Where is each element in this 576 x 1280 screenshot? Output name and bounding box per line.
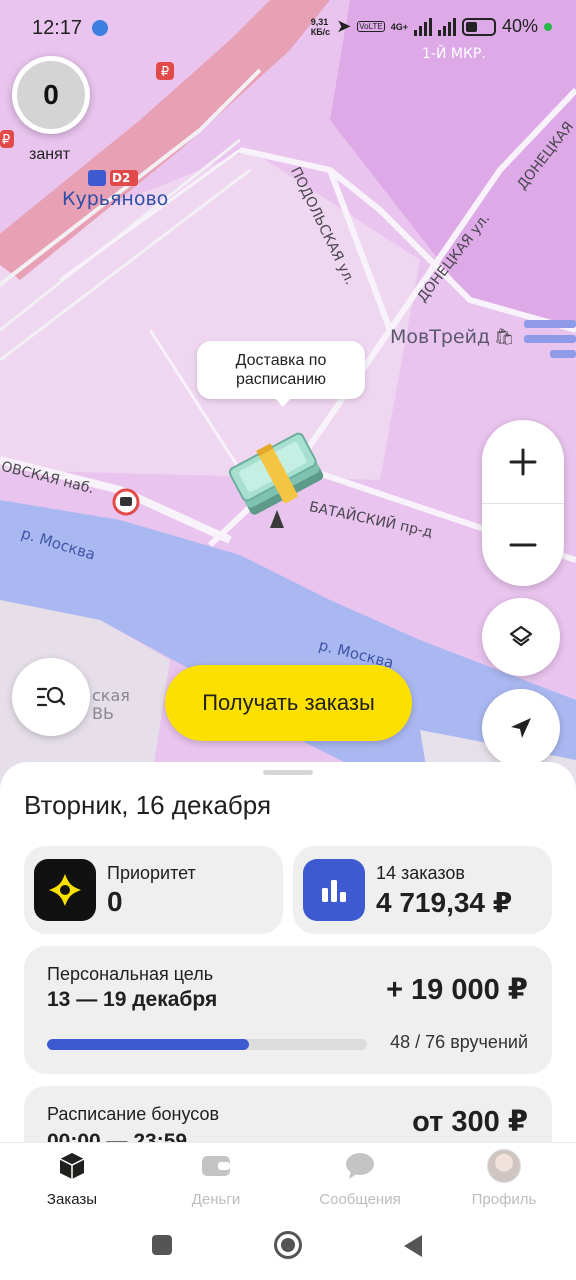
money-stack-icon[interactable] <box>222 420 332 530</box>
net-speed-value: 9,31 <box>310 16 329 27</box>
get-orders-button[interactable]: Получать заказы <box>165 665 412 741</box>
place-kuryanovo: Курьяново <box>62 188 169 210</box>
sheet-drag-handle[interactable] <box>263 770 313 775</box>
tab-orders-label: Заказы <box>46 1191 98 1208</box>
location-arrow-icon: ➤ <box>336 16 352 36</box>
net-speed: 9,31 КБ/с <box>311 17 330 37</box>
goal-label: Персональная цель <box>47 964 214 984</box>
busy-indicator[interactable]: 0 <box>12 56 90 134</box>
priority-card[interactable]: Приоритет 0 <box>24 846 283 934</box>
tab-bar: Заказы Деньги Сообщения Профиль <box>0 1142 576 1214</box>
tab-messages-label: Сообщения <box>319 1191 401 1208</box>
net-speed-unit: КБ/с <box>310 26 331 37</box>
notification-icon <box>92 20 108 36</box>
zoom-out-button[interactable] <box>482 503 564 586</box>
tab-money[interactable]: Деньги <box>144 1149 288 1211</box>
layers-button[interactable] <box>482 598 560 676</box>
goal-progress-bar <box>47 1039 367 1050</box>
zoom-in-button[interactable] <box>482 420 564 503</box>
avatar <box>487 1149 521 1183</box>
svg-text:₽: ₽ <box>161 65 169 80</box>
personal-goal-card[interactable]: Персональная цель 13 — 19 декабря + 19 0… <box>24 946 552 1074</box>
svg-text:₽: ₽ <box>2 133 10 148</box>
priority-value: 0 <box>107 886 123 917</box>
bonus-schedule-card[interactable]: Расписание бонусов 00:00 — 23:59 от 300 … <box>24 1086 552 1142</box>
wallet-icon <box>199 1149 233 1183</box>
back-button[interactable] <box>404 1235 422 1257</box>
volte-icon: VoLTE <box>357 21 385 32</box>
plus-icon <box>509 448 537 475</box>
sheet-date-title: Вторник, 16 декабря <box>24 790 272 820</box>
poi-movtreid: МовТрейд <box>390 326 491 348</box>
status-bar: 12:17 9,31 КБ/с ➤ VoLTE 4G+ 40% <box>0 0 576 56</box>
bonus-time: 00:00 — 23:59 <box>47 1130 188 1142</box>
search-list-icon <box>36 686 66 707</box>
home-dot-icon <box>281 1238 295 1252</box>
zoom-controls <box>482 420 564 586</box>
box-icon <box>55 1149 89 1183</box>
busy-count: 0 <box>43 79 59 110</box>
bag-icon: 🛍 <box>494 327 515 346</box>
battery-percent: 40% <box>501 16 538 36</box>
tab-messages[interactable]: Сообщения <box>288 1149 432 1211</box>
goal-progress-text: 48 / 76 вручений <box>390 1032 528 1052</box>
orders-count-label: 14 заказов <box>376 863 465 883</box>
navigation-arrow-icon <box>511 718 531 738</box>
goal-progress-fill <box>47 1039 249 1050</box>
tab-orders[interactable]: Заказы <box>0 1149 144 1211</box>
place-partial-1: ская <box>92 686 130 705</box>
search-list-button[interactable] <box>12 658 90 736</box>
network-type: 4G+ <box>390 21 408 32</box>
place-partial-2: ВЬ <box>92 704 114 723</box>
orders-summary-card[interactable]: 14 заказов 4 719,34 ₽ <box>293 846 552 934</box>
home-button[interactable] <box>274 1231 302 1259</box>
goal-dates: 13 — 19 декабря <box>47 988 218 1011</box>
system-nav-bar <box>0 1214 576 1280</box>
signal-icon-2 <box>437 17 456 36</box>
schedule-tooltip[interactable]: Доставка по расписанию <box>197 341 365 407</box>
bar-chart-icon <box>303 859 365 921</box>
battery-icon <box>461 17 496 36</box>
privacy-dot-icon <box>544 22 552 31</box>
chat-bubble-icon <box>343 1149 377 1183</box>
goal-reward: + 19 000 ₽ <box>386 974 528 1006</box>
tab-profile-label: Профиль <box>471 1191 537 1208</box>
tab-profile[interactable]: Профиль <box>432 1149 576 1211</box>
priority-icon <box>34 859 96 921</box>
status-time: 12:17 <box>32 17 83 39</box>
status-icons: 9,31 КБ/с ➤ VoLTE 4G+ 40% <box>311 16 552 37</box>
priority-label: Приоритет <box>107 863 196 883</box>
signal-icon-1 <box>413 17 432 36</box>
metro-badge-label: D2 <box>112 171 131 185</box>
bonus-label: Расписание бонусов <box>47 1104 220 1124</box>
layers-icon <box>509 625 533 647</box>
my-location-button[interactable] <box>482 689 560 767</box>
busy-label: занят <box>29 146 71 163</box>
bonus-amount: от 300 ₽ <box>412 1106 528 1138</box>
orders-earnings: 4 719,34 ₽ <box>376 887 513 918</box>
minus-icon <box>509 543 537 547</box>
tab-money-label: Деньги <box>191 1191 241 1208</box>
map[interactable]: ₽ ₽ D2 Курьяново ПОДОЛЬСКАЯ ул. ДОНЕЦКАЯ… <box>0 0 576 790</box>
recents-button[interactable] <box>152 1235 172 1255</box>
bottom-sheet[interactable]: Вторник, 16 декабря Приоритет 0 14 заказ… <box>0 762 576 1142</box>
